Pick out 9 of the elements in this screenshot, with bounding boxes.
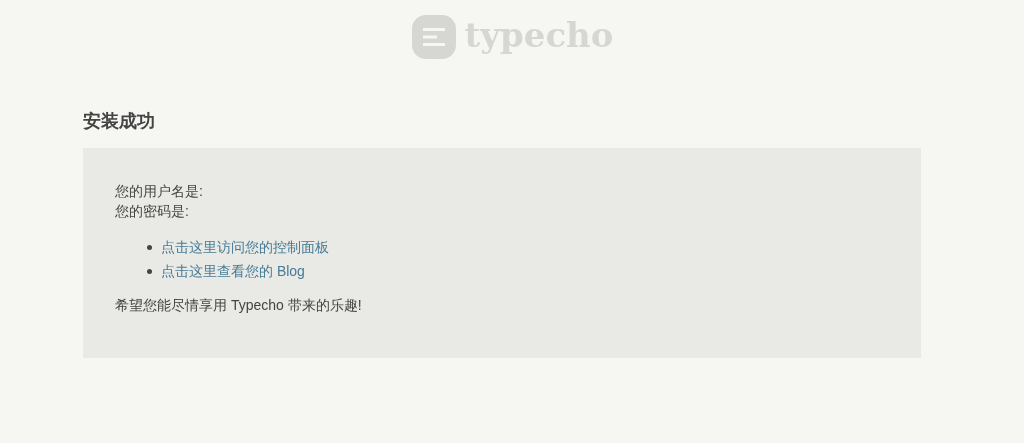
- credential-label: 您的密码是:: [115, 202, 189, 221]
- logo-icon: [410, 13, 457, 60]
- link[interactable]: 点击这里访问您的控制面板: [161, 235, 329, 259]
- credential-label: 您的用户名是:: [115, 182, 203, 201]
- closing-message: 希望您能尽情享用 Typecho 带来的乐趣!: [115, 296, 363, 315]
- link[interactable]: 点击这里查看您的 Blog: [161, 259, 305, 283]
- bullet-icon: [147, 268, 152, 274]
- page-heading: 安装成功: [83, 110, 156, 133]
- bullet-icon: [147, 244, 152, 250]
